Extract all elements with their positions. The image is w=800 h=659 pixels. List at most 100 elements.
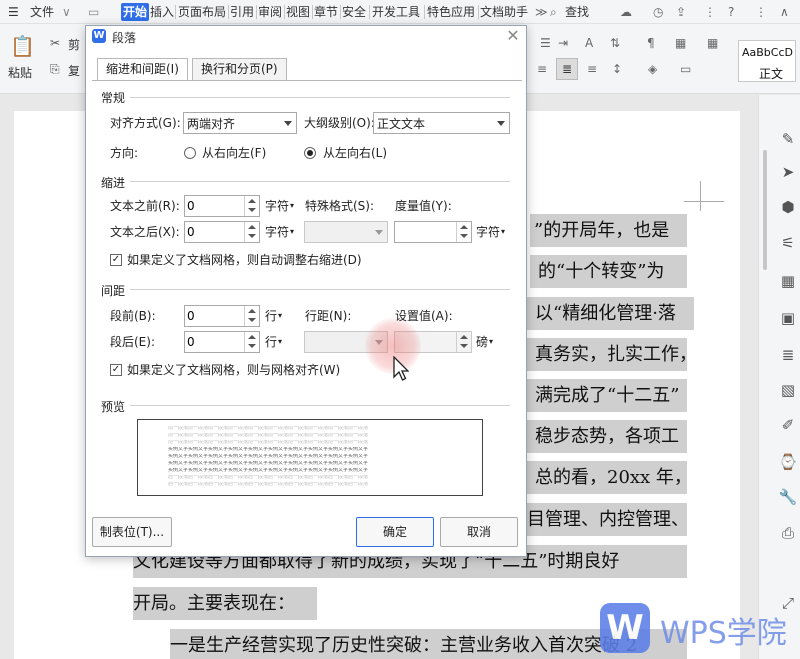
- style-gallery-normal[interactable]: AaBbCcD 正文: [738, 40, 796, 82]
- spacing-before-unit[interactable]: 行: [265, 306, 277, 326]
- snap-grid-checkbox[interactable]: ✓: [110, 364, 122, 376]
- chevron-up-icon[interactable]: [248, 199, 256, 203]
- image-icon[interactable]: ▧: [778, 380, 798, 400]
- tab-security[interactable]: 安全: [342, 3, 366, 21]
- auto-adjust-checkbox[interactable]: ✓: [110, 254, 122, 266]
- border-icon[interactable]: ▦: [675, 36, 686, 50]
- history-icon[interactable]: ◷: [653, 3, 663, 21]
- recent-icon[interactable]: ⌚: [778, 452, 798, 472]
- tab-view[interactable]: 视图: [286, 3, 310, 21]
- tab-line-page-breaks[interactable]: 换行和分页(P): [192, 58, 287, 81]
- shading-icon[interactable]: ◈: [648, 62, 657, 76]
- chevron-down-icon[interactable]: ▾: [278, 332, 282, 352]
- more-icon[interactable]: ≫: [535, 3, 548, 21]
- help-icon[interactable]: ?: [728, 3, 734, 21]
- line-spacing-icon[interactable]: ↕: [612, 62, 622, 76]
- dots-icon[interactable]: ⋮: [755, 3, 767, 21]
- tab-chapter[interactable]: 章节: [314, 3, 338, 21]
- tab-review[interactable]: 审阅: [258, 3, 282, 21]
- measure-unit[interactable]: 字符: [476, 222, 500, 242]
- tab-doc-assistant[interactable]: 文档助手: [480, 3, 528, 21]
- chevron-down-icon[interactable]: ▾: [278, 306, 282, 326]
- measure-stepper[interactable]: [394, 221, 472, 243]
- justify-icon[interactable]: ≣: [556, 58, 578, 80]
- radio-ltr[interactable]: [304, 147, 316, 159]
- layout-icon[interactable]: ≣: [778, 345, 798, 365]
- set-value-stepper[interactable]: [394, 331, 472, 353]
- pointer-icon[interactable]: ➤: [778, 162, 798, 182]
- backup-icon[interactable]: ⎙: [778, 523, 798, 543]
- chevron-down-icon[interactable]: [460, 234, 468, 238]
- doc-line[interactable]: ”的开局年，也是: [530, 214, 687, 247]
- spacing-before-input[interactable]: [187, 308, 239, 324]
- indent-after-stepper[interactable]: [184, 221, 260, 243]
- doc-line[interactable]: 开局。主要表现在：: [133, 587, 317, 620]
- cut-button[interactable]: 剪: [68, 36, 80, 53]
- copy-icon[interactable]: ⎘: [50, 62, 60, 77]
- measure-input[interactable]: [397, 224, 449, 240]
- chevron-down-icon[interactable]: ▾: [501, 222, 505, 242]
- fill-icon[interactable]: ▭: [680, 62, 691, 76]
- chevron-down-icon[interactable]: ∨: [62, 3, 71, 21]
- chevron-down-icon[interactable]: [248, 344, 256, 348]
- pen-icon[interactable]: ✎: [778, 129, 798, 149]
- chevron-down-icon[interactable]: ▾: [290, 196, 294, 216]
- hamburger-icon[interactable]: ☰: [8, 3, 19, 21]
- spacing-after-unit[interactable]: 行: [265, 332, 277, 352]
- menu-file[interactable]: 文件: [30, 3, 54, 21]
- tab-insert[interactable]: 插入: [150, 3, 174, 21]
- dialog-titlebar[interactable]: W 段落 ✕: [86, 26, 526, 48]
- indent-icon[interactable]: ⇥: [558, 36, 568, 50]
- chevron-up-icon[interactable]: [248, 309, 256, 313]
- set-value-unit[interactable]: 磅: [476, 332, 488, 352]
- copy-button[interactable]: 复: [68, 62, 80, 79]
- chevron-up-icon[interactable]: [460, 225, 468, 229]
- chevron-up-icon[interactable]: [248, 335, 256, 339]
- set-value-input[interactable]: [397, 334, 449, 350]
- tab-page-layout[interactable]: 页面布局: [178, 3, 226, 21]
- doc-line[interactable]: 真务实，扎实工作，: [527, 338, 697, 371]
- search-icon[interactable]: ⌕: [550, 3, 557, 21]
- tab-references[interactable]: 引用: [230, 3, 254, 21]
- more-dots-icon[interactable]: ⋮: [704, 3, 716, 21]
- radio-rtl[interactable]: [184, 147, 196, 159]
- spacing-before-stepper[interactable]: [184, 305, 260, 327]
- save-icon[interactable]: ▭: [88, 3, 99, 21]
- doc-line[interactable]: 总的看，20xx 年，: [527, 461, 692, 494]
- alignment-select[interactable]: 两端对齐: [183, 112, 297, 134]
- share-icon[interactable]: ⇪: [676, 3, 686, 21]
- cloud-icon[interactable]: ☁: [620, 3, 632, 21]
- sliders-icon[interactable]: ⚟: [778, 233, 798, 253]
- ok-button[interactable]: 确定: [356, 517, 434, 547]
- indent-after-input[interactable]: [187, 224, 239, 240]
- doc-line[interactable]: 以“精细化管理·落: [527, 297, 694, 330]
- doc-line[interactable]: 满完成了“十二五”: [527, 379, 687, 412]
- chevron-down-icon[interactable]: [248, 208, 256, 212]
- clear-format-icon[interactable]: A: [585, 36, 593, 50]
- cancel-button[interactable]: 取消: [440, 517, 518, 547]
- indent-after-unit[interactable]: 字符: [265, 222, 289, 242]
- chevron-down-icon[interactable]: [248, 234, 256, 238]
- spacing-after-input[interactable]: [187, 334, 239, 350]
- indent-before-stepper[interactable]: [184, 195, 260, 217]
- table-icon[interactable]: ▦: [707, 36, 718, 50]
- shapes-icon[interactable]: ⬢: [778, 197, 798, 217]
- search-button[interactable]: 查找: [565, 3, 589, 21]
- align-right-icon[interactable]: ≡: [537, 62, 547, 76]
- indent-before-unit[interactable]: 字符: [265, 196, 289, 216]
- doc-line[interactable]: 稳步态势，各项工: [527, 420, 687, 453]
- special-format-select[interactable]: [304, 221, 388, 243]
- tab-indent-spacing[interactable]: 缩进和间距(I): [97, 58, 188, 81]
- spacing-after-stepper[interactable]: [184, 331, 260, 353]
- chevron-down-icon[interactable]: [460, 344, 468, 348]
- paste-button[interactable]: 粘贴: [8, 64, 32, 81]
- collapse-icon[interactable]: ∧: [780, 3, 789, 21]
- paste-icon[interactable]: 📋: [10, 34, 35, 58]
- list-icon[interactable]: ☰: [540, 36, 551, 50]
- chevron-up-icon[interactable]: [248, 225, 256, 229]
- edit-doc-icon[interactable]: ✐: [778, 415, 798, 435]
- tab-developer[interactable]: 开发工具: [372, 3, 420, 21]
- vertical-scrollbar[interactable]: [763, 150, 767, 270]
- chevron-up-icon[interactable]: [460, 335, 468, 339]
- tab-home[interactable]: 开始: [121, 3, 150, 21]
